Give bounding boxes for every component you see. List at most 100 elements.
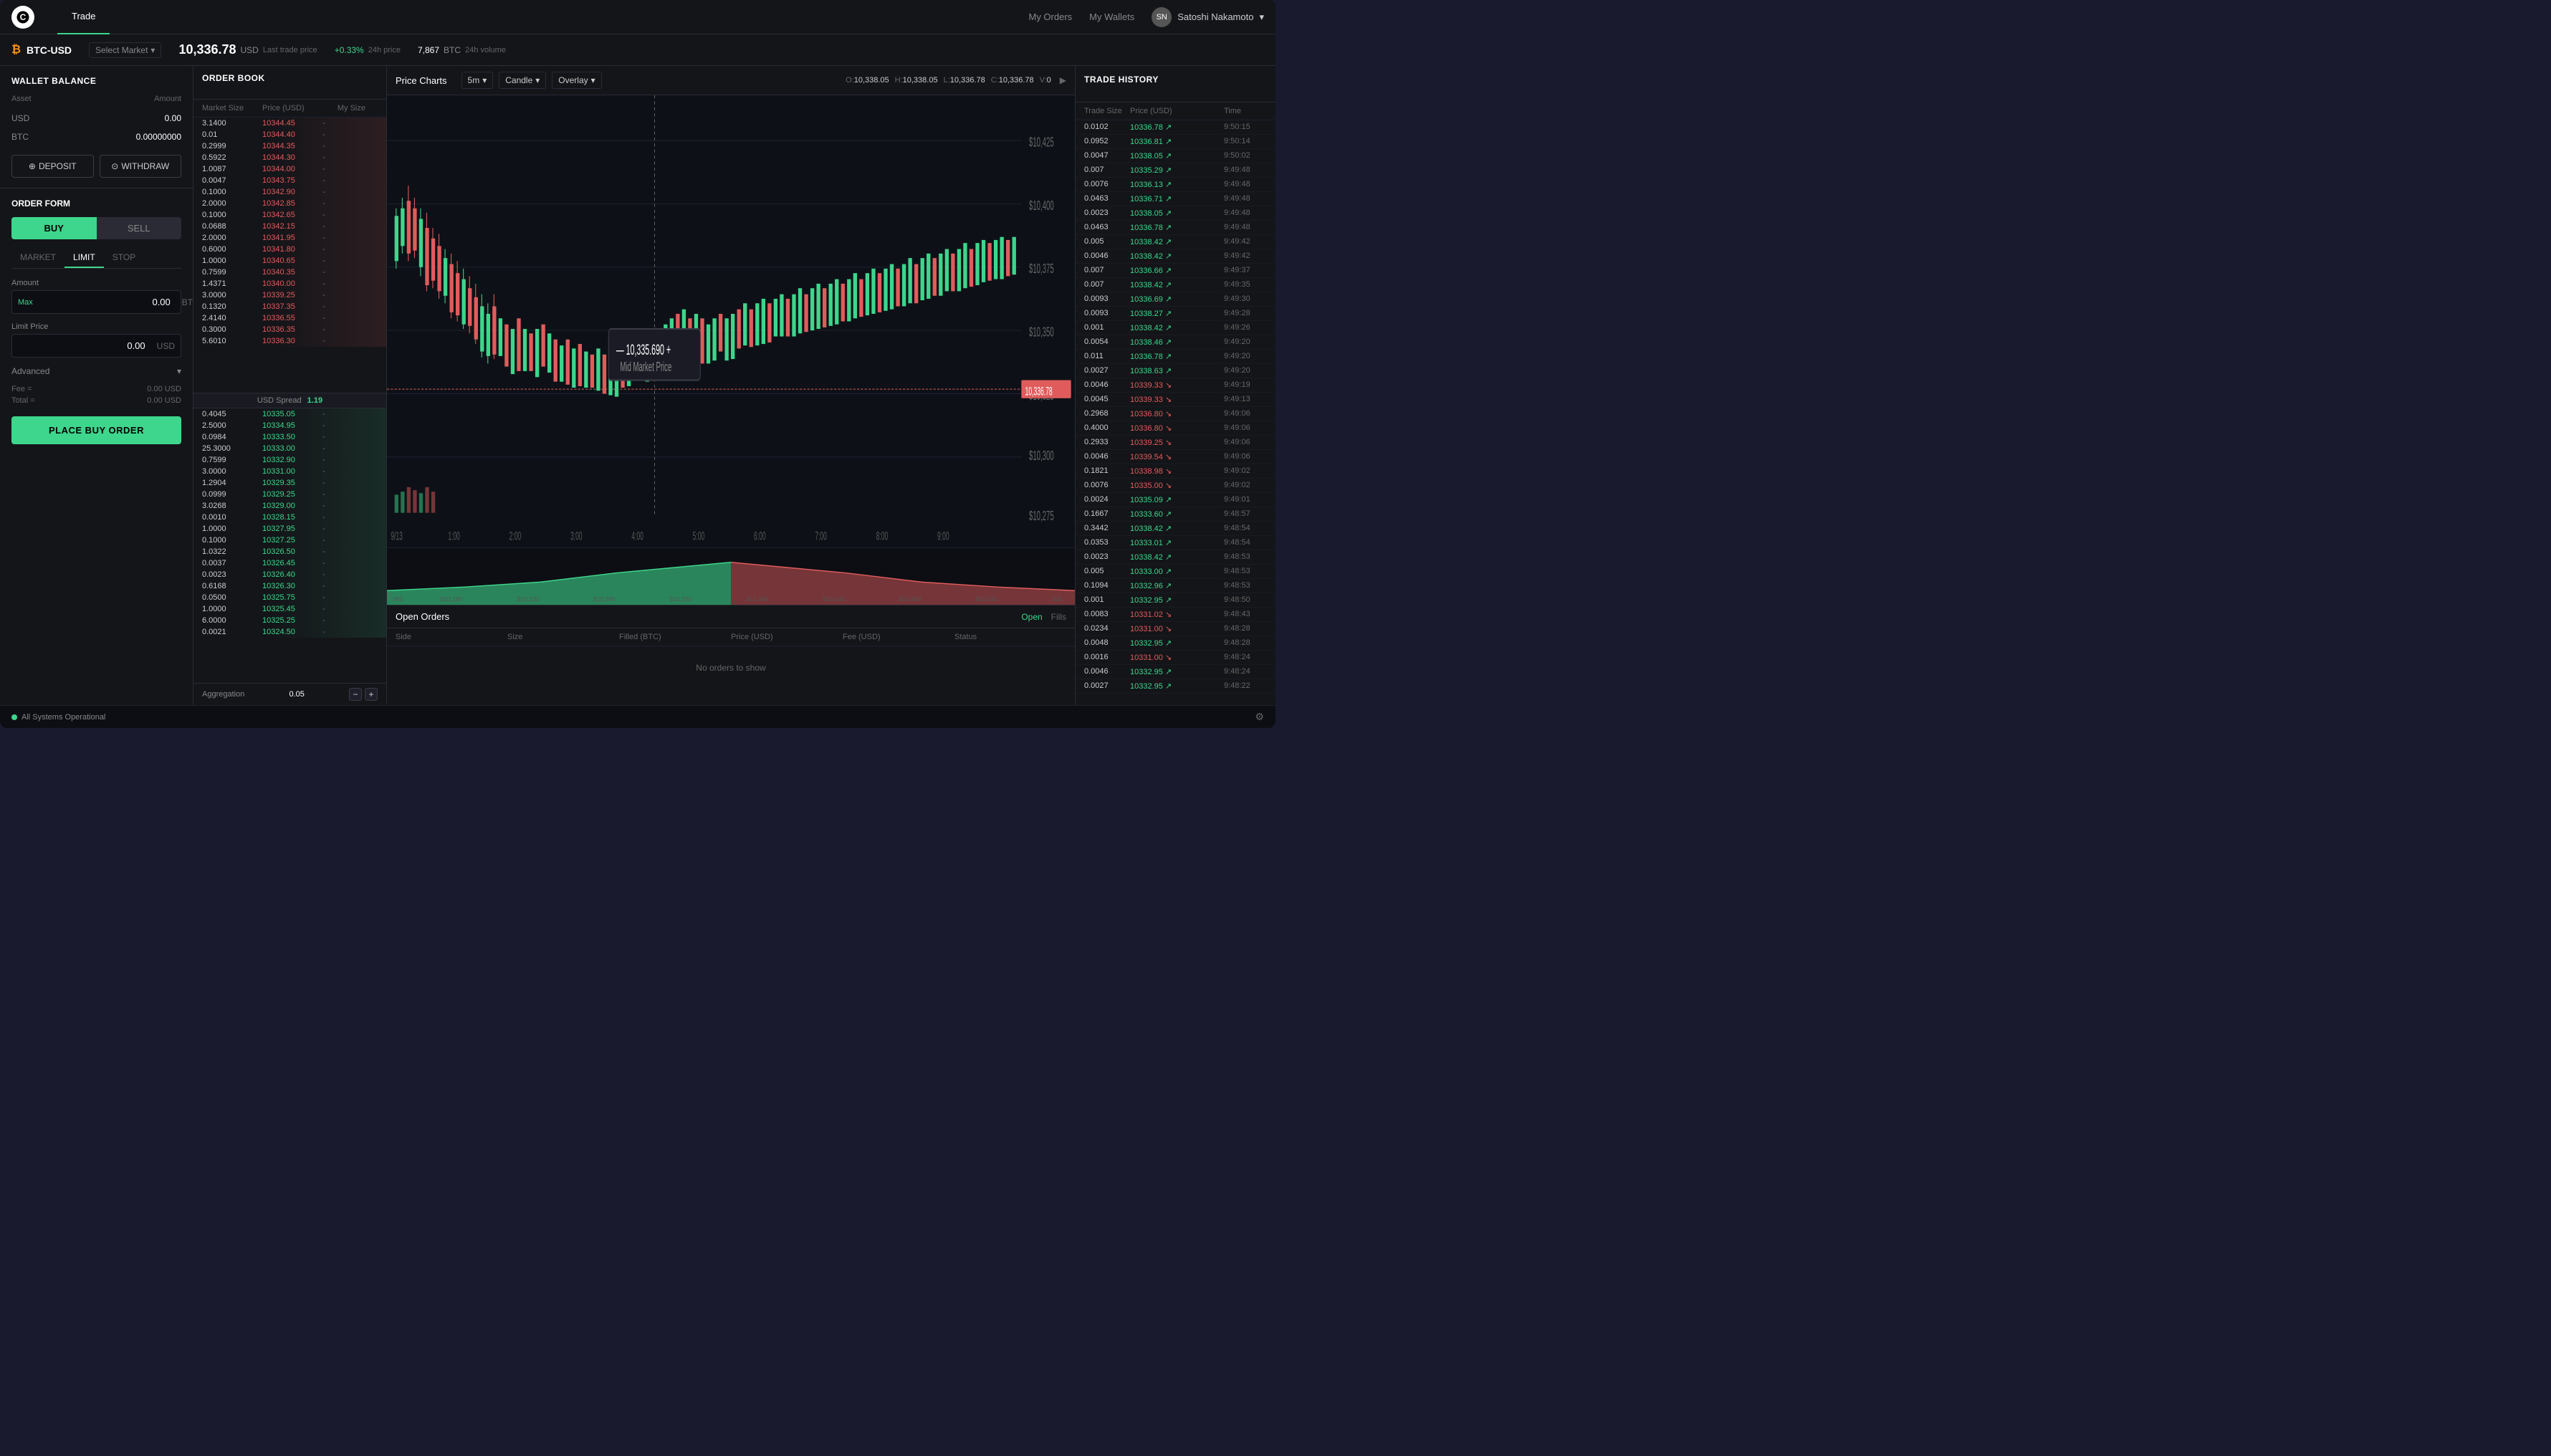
ask-row[interactable]: 2.4140 10336.55 -: [193, 312, 386, 324]
overlay-selector[interactable]: Overlay ▾: [552, 72, 601, 89]
advanced-toggle[interactable]: Advanced ▾: [11, 366, 181, 376]
ask-row[interactable]: 1.4371 10340.00 -: [193, 278, 386, 289]
bid-row[interactable]: 0.0500 10325.75 -: [193, 592, 386, 603]
ask-price: 10340.35: [262, 268, 320, 277]
bid-row[interactable]: 6.0000 10325.25 -: [193, 615, 386, 626]
svg-text:4:00: 4:00: [631, 529, 643, 542]
ob-aggregation-decrease[interactable]: −: [349, 688, 362, 701]
ob-aggregation-increase[interactable]: +: [365, 688, 378, 701]
order-book-panel: Order Book Market Size Price (USD) My Si…: [193, 66, 387, 705]
trade-price: 10331.02 ↘: [1130, 610, 1221, 619]
ask-row[interactable]: 1.0087 10344.00 -: [193, 163, 386, 175]
bid-price: 10324.50: [262, 628, 320, 636]
sell-tab-button[interactable]: SELL: [97, 217, 182, 239]
trade-size: 0.0046: [1084, 252, 1127, 261]
ask-row[interactable]: 0.0688 10342.15 -: [193, 221, 386, 232]
ask-price: 10344.45: [262, 119, 320, 128]
stop-order-tab[interactable]: STOP: [104, 248, 144, 268]
ask-row[interactable]: 3.1400 10344.45 -: [193, 118, 386, 129]
trade-time: 9:49:20: [1224, 352, 1267, 361]
ask-row[interactable]: 0.7599 10340.35 -: [193, 267, 386, 278]
fills-tab[interactable]: Fills: [1051, 612, 1066, 622]
chart-type-selector[interactable]: Candle ▾: [499, 72, 546, 89]
bid-row[interactable]: 1.0000 10325.45 -: [193, 603, 386, 615]
ask-row[interactable]: 0.0047 10343.75 -: [193, 175, 386, 186]
withdraw-button[interactable]: ⊙ WITHDRAW: [100, 155, 182, 178]
limit-price-input[interactable]: [12, 335, 151, 357]
my-orders-link[interactable]: My Orders: [1028, 11, 1072, 22]
charts-area: Price Charts 5m ▾ Candle ▾ Overlay ▾ O:: [387, 66, 1075, 605]
bid-row[interactable]: 3.0268 10329.00 -: [193, 500, 386, 512]
expand-chart-icon[interactable]: ▶: [1060, 75, 1066, 85]
place-order-button[interactable]: PLACE BUY ORDER: [11, 416, 181, 444]
bid-price: 10329.25: [262, 490, 320, 499]
ask-row[interactable]: 3.0000 10339.25 -: [193, 289, 386, 301]
ask-price: 10336.30: [262, 337, 320, 345]
bid-row[interactable]: 1.0322 10326.50 -: [193, 546, 386, 557]
trade-time: 9:49:35: [1224, 280, 1267, 289]
bid-row[interactable]: 3.0000 10331.00 -: [193, 466, 386, 477]
limit-order-tab[interactable]: LIMIT: [64, 248, 104, 268]
select-market-button[interactable]: Select Market ▾: [89, 42, 161, 58]
amount-input[interactable]: [39, 291, 176, 313]
settings-icon[interactable]: ⚙: [1255, 711, 1264, 723]
trade-price: 10335.29 ↗: [1130, 166, 1221, 175]
ask-row[interactable]: 1.0000 10340.65 -: [193, 255, 386, 267]
deposit-button[interactable]: ⊕ DEPOSIT: [11, 155, 94, 178]
bid-row[interactable]: 0.0999 10329.25 -: [193, 489, 386, 500]
bid-row[interactable]: 0.6168 10326.30 -: [193, 580, 386, 592]
ask-row[interactable]: 0.5922 10344.30 -: [193, 152, 386, 163]
ask-row[interactable]: 0.1000 10342.65 -: [193, 209, 386, 221]
trade-row: 0.0093 10336.69 ↗ 9:49:30: [1076, 292, 1276, 307]
ask-size: 0.1320: [202, 302, 259, 311]
bid-row[interactable]: 0.0021 10324.50 -: [193, 626, 386, 638]
market-order-tab[interactable]: MARKET: [11, 248, 64, 268]
ask-row[interactable]: 0.6000 10341.80 -: [193, 244, 386, 255]
trade-price: 10338.63 ↗: [1130, 366, 1221, 375]
bid-mysize: -: [322, 456, 365, 464]
ask-row[interactable]: 5.6010 10336.30 -: [193, 335, 386, 347]
bid-row[interactable]: 0.0010 10328.15 -: [193, 512, 386, 523]
max-button[interactable]: Max: [12, 298, 39, 307]
bid-row[interactable]: 1.0000 10327.95 -: [193, 523, 386, 535]
bid-mysize: -: [322, 467, 365, 476]
svg-text:$10,430: $10,430: [823, 596, 845, 603]
bid-row[interactable]: 1.2904 10329.35 -: [193, 477, 386, 489]
ask-price: 10340.00: [262, 279, 320, 288]
ask-row[interactable]: 0.3000 10336.35 -: [193, 324, 386, 335]
wallet-section: Wallet Balance Asset Amount USD 0.00 BTC…: [0, 66, 193, 188]
my-wallets-link[interactable]: My Wallets: [1089, 11, 1134, 22]
ask-row[interactable]: 2.0000 10342.85 -: [193, 198, 386, 209]
order-form-title: Order Form: [11, 198, 181, 209]
bid-mysize: -: [322, 525, 365, 533]
ask-row[interactable]: 0.1320 10337.35 -: [193, 301, 386, 312]
bid-row[interactable]: 25.3000 10333.00 -: [193, 443, 386, 454]
bid-mysize: -: [322, 559, 365, 567]
bid-price: 10326.45: [262, 559, 320, 567]
order-form: Order Form BUY SELL MARKET LIMIT STOP Am…: [0, 188, 193, 705]
ask-mysize: -: [322, 165, 365, 173]
usd-asset-name: USD: [11, 113, 29, 123]
chevron-down-icon: ▾: [150, 45, 155, 55]
user-menu[interactable]: SN Satoshi Nakamoto ▾: [1152, 7, 1264, 27]
bid-row[interactable]: 2.5000 10334.95 -: [193, 420, 386, 431]
trade-time: 9:49:01: [1224, 495, 1267, 504]
ask-row[interactable]: 0.01 10344.40 -: [193, 129, 386, 140]
ask-row[interactable]: 0.2999 10344.35 -: [193, 140, 386, 152]
ask-mysize: -: [322, 268, 365, 277]
price-change-info: +0.33% 24h price: [335, 45, 401, 55]
buy-tab-button[interactable]: BUY: [11, 217, 97, 239]
open-tab[interactable]: Open: [1021, 612, 1042, 622]
bid-row[interactable]: 0.0037 10326.45 -: [193, 557, 386, 569]
bid-row[interactable]: 0.4045 10335.05 -: [193, 408, 386, 420]
ask-price: 10336.35: [262, 325, 320, 334]
bid-row[interactable]: 0.1000 10327.25 -: [193, 535, 386, 546]
bid-row[interactable]: 0.0984 10333.50 -: [193, 431, 386, 443]
timeframe-selector[interactable]: 5m ▾: [461, 72, 494, 89]
svg-text:300: 300: [1052, 596, 1063, 603]
nav-tab-trade[interactable]: Trade: [57, 0, 110, 34]
ask-row[interactable]: 0.1000 10342.90 -: [193, 186, 386, 198]
ask-row[interactable]: 2.0000 10341.95 -: [193, 232, 386, 244]
bid-row[interactable]: 0.7599 10332.90 -: [193, 454, 386, 466]
bid-row[interactable]: 0.0023 10326.40 -: [193, 569, 386, 580]
